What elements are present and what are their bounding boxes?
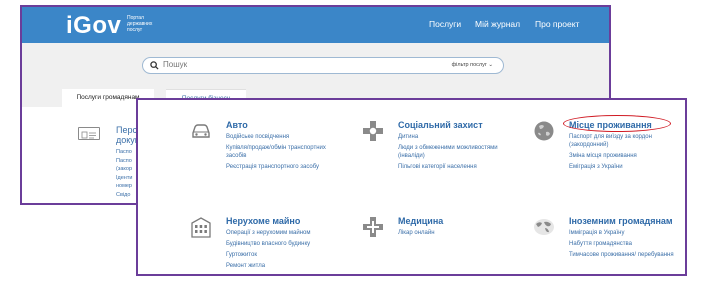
category-link[interactable]: Тимчасове проживання/ перебування	[569, 251, 685, 259]
category-link[interactable]: Зміна місця проживання	[569, 152, 685, 160]
front-window: Авто Водійське посвідчення Купівля/прода…	[136, 98, 687, 276]
category-link[interactable]: Дитина	[398, 133, 518, 141]
nav-about[interactable]: Про проект	[535, 19, 579, 29]
category-link[interactable]: Пільгові категорії населення	[398, 163, 518, 171]
category-link[interactable]: Іденти	[116, 175, 132, 181]
category-links: Паспорт для виїзду за кордон (закордонни…	[569, 133, 685, 174]
category-links: Дитина Люди з обмеженими можливостями (і…	[398, 133, 518, 174]
category-link[interactable]: Лікар онлайн	[398, 229, 518, 237]
category-link[interactable]: Водійське посвідчення	[226, 133, 346, 141]
nav-journal[interactable]: Мій журнал	[475, 19, 520, 29]
building-icon	[191, 217, 211, 238]
search-box[interactable]: фільтр послуг ⌄	[142, 57, 504, 74]
category-link[interactable]: (закор	[116, 166, 132, 172]
nav-services[interactable]: Послуги	[429, 19, 461, 29]
category-links: Водійське посвідчення Купівля/продаж/обм…	[226, 133, 346, 174]
category-link[interactable]: номер	[116, 183, 132, 189]
search-input[interactable]	[163, 60, 413, 69]
logo[interactable]: iGov	[66, 12, 121, 40]
category-links: Операції з нерухомим майном Будівництво …	[226, 229, 346, 273]
highlight-annotation	[563, 115, 671, 132]
category-links: Лікар онлайн	[398, 229, 518, 240]
category-link[interactable]: Будівництво власного будинку	[226, 240, 346, 248]
category-link[interactable]: Паспо	[116, 158, 132, 164]
globe-icon	[534, 121, 554, 141]
category-link[interactable]: Паспорт для виїзду за кордон (закордонни…	[569, 133, 685, 149]
category-link[interactable]: Паспо	[116, 149, 132, 155]
header-bar: iGov Портал державних послуг Послуги Мій…	[22, 7, 609, 43]
search-area: фільтр послуг ⌄	[22, 43, 609, 89]
social-protection-icon	[363, 121, 383, 141]
category-link[interactable]: Люди з обмеженими можливостями (інваліди…	[398, 144, 518, 160]
category-title[interactable]: Авто	[226, 120, 248, 130]
category-title[interactable]: Нерухоме майно	[226, 216, 300, 226]
medical-cross-icon	[363, 217, 383, 237]
category-link[interactable]: Імміграція в Україну	[569, 229, 685, 237]
category-title[interactable]: Іноземним громадянам	[569, 216, 673, 226]
category-link[interactable]: Операції з нерухомим майном	[226, 229, 346, 237]
filter-button[interactable]: фільтр послуг ⌄	[452, 62, 493, 68]
category-title[interactable]: Медицина	[398, 216, 443, 226]
category-link[interactable]: Свідо	[116, 192, 130, 198]
car-icon	[192, 124, 210, 138]
category-links: Імміграція в Україну Набуття громадянств…	[569, 229, 685, 262]
tagline: Портал державних послуг	[127, 15, 153, 33]
category-link[interactable]: Купівля/продаж/обмін транспортних засобі…	[226, 144, 346, 160]
world-map-icon	[534, 219, 554, 235]
category-link[interactable]: Гуртожиток	[226, 251, 346, 259]
category-link[interactable]: Набуття громадянства	[569, 240, 685, 248]
category-title[interactable]: Соціальний захист	[398, 120, 483, 130]
search-icon	[150, 61, 159, 70]
category-link[interactable]: Реєстрація транспортного засобу	[226, 163, 346, 171]
id-card-icon	[78, 127, 100, 140]
category-link[interactable]: Еміграція з України	[569, 163, 685, 171]
category-link[interactable]: Ремонт житла	[226, 262, 346, 270]
